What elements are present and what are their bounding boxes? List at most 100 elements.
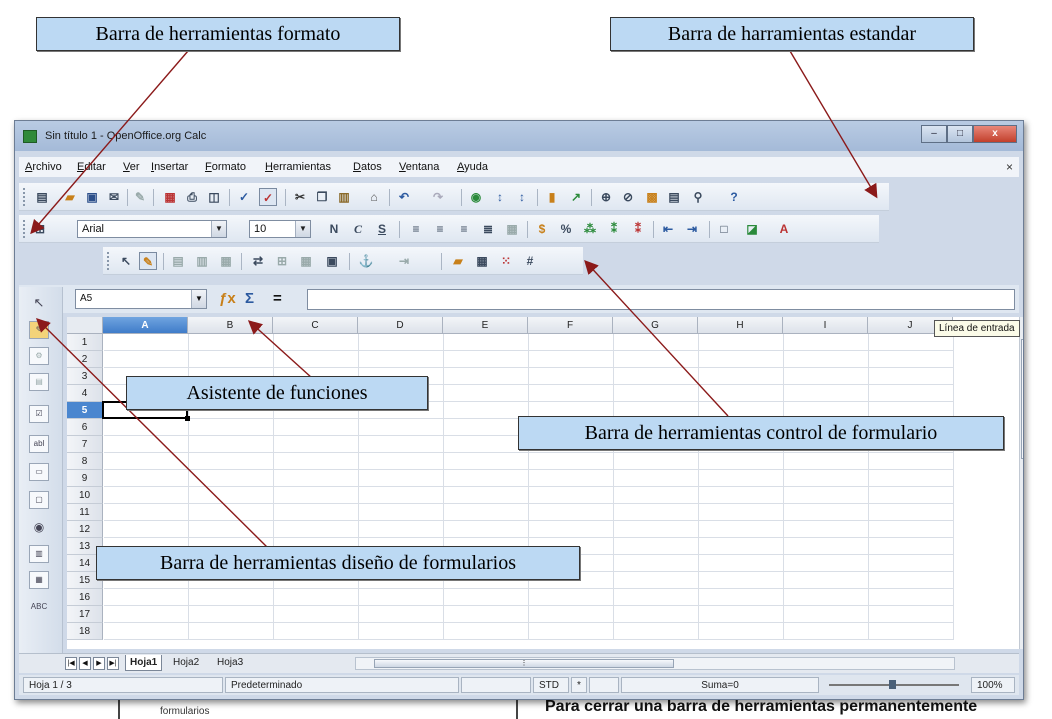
currency-icon[interactable]: $ <box>533 220 551 238</box>
menu-datos[interactable]: Datos <box>353 161 382 173</box>
display-grid-icon[interactable]: ▦ <box>473 252 491 270</box>
row-header-3[interactable]: 3 <box>67 368 103 385</box>
increase-indent-icon[interactable]: ⇥ <box>683 220 701 238</box>
delete-decimal-icon[interactable]: ⁑ <box>629 220 647 238</box>
add-decimal-icon[interactable]: ⁑ <box>605 220 623 238</box>
form-properties-icon[interactable]: ▥ <box>193 252 211 270</box>
scroll-thumb[interactable]: ⋮ <box>374 659 674 668</box>
merge-cells-icon[interactable]: ▦ <box>503 220 521 238</box>
open-design-mode-icon[interactable]: ▣ <box>323 252 341 270</box>
column-header-a[interactable]: A <box>103 317 188 334</box>
menu-ventana[interactable]: Ventana <box>399 161 439 173</box>
borders-icon[interactable]: □ <box>715 220 733 238</box>
maximize-button[interactable]: □ <box>947 125 973 143</box>
column-header-e[interactable]: E <box>443 317 528 334</box>
toolbar-grip[interactable] <box>107 252 110 270</box>
menu-ver[interactable]: Ver <box>123 161 140 173</box>
minimize-button[interactable]: – <box>921 125 947 143</box>
menu-herramientas[interactable]: Herramientas <box>265 161 331 173</box>
row-header-5[interactable]: 5 <box>67 402 103 419</box>
function-icon[interactable]: = <box>273 290 282 308</box>
email-icon[interactable]: ✉ <box>105 188 123 206</box>
redo-icon[interactable]: ↷ <box>429 188 447 206</box>
row-header-11[interactable]: 11 <box>67 504 103 521</box>
background-color-icon[interactable]: ◪ <box>743 220 761 238</box>
row-header-16[interactable]: 16 <box>67 589 103 606</box>
new-document-icon[interactable]: ▤ <box>33 188 51 206</box>
print-icon[interactable]: ⎙ <box>183 188 201 206</box>
print-preview-icon[interactable]: ◫ <box>205 188 223 206</box>
form-icon[interactable]: ▤ <box>29 373 49 391</box>
sheet-tab-hoja2[interactable]: Hoja2 <box>169 655 203 671</box>
row-header-7[interactable]: 7 <box>67 436 103 453</box>
find-replace-icon[interactable]: ⊕ <box>597 188 615 206</box>
list-box-icon[interactable]: ▥ <box>29 545 49 563</box>
button-control-icon[interactable]: ▭ <box>29 463 49 481</box>
status-zoom[interactable]: 100% <box>971 677 1015 693</box>
row-header-4[interactable]: 4 <box>67 385 103 402</box>
select-pointer-icon[interactable]: ↖ <box>29 295 49 313</box>
align-center-icon[interactable]: ≡ <box>431 220 449 238</box>
menu-insertar[interactable]: Insertar <box>151 161 188 173</box>
select-all-corner[interactable] <box>67 317 103 334</box>
next-sheet-button[interactable]: ▶ <box>93 657 105 670</box>
title-bar[interactable]: Sin título 1 - OpenOffice.org Calc – □ x <box>15 121 1023 151</box>
edit-file-icon[interactable]: ✎ <box>131 188 149 206</box>
column-header-b[interactable]: B <box>188 317 273 334</box>
row-header-8[interactable]: 8 <box>67 453 103 470</box>
open-folder-icon[interactable]: ▰ <box>449 252 467 270</box>
alignment-icon[interactable]: ⇥ <box>395 252 413 270</box>
open-icon[interactable]: ▰ <box>61 188 79 206</box>
align-left-icon[interactable]: ≡ <box>407 220 425 238</box>
autospellcheck-icon[interactable]: ✓ <box>259 188 277 206</box>
status-selection-mode[interactable]: STD <box>533 677 569 693</box>
input-line[interactable] <box>307 289 1015 310</box>
anchor-icon[interactable]: ⚓ <box>357 252 375 270</box>
row-header-9[interactable]: 9 <box>67 470 103 487</box>
text-box-icon[interactable]: abl <box>29 435 49 453</box>
zoom-knob[interactable] <box>889 680 896 689</box>
design-mode-icon[interactable]: ✎ <box>29 321 49 339</box>
copy-icon[interactable]: ❐ <box>313 188 331 206</box>
column-header-h[interactable]: H <box>698 317 783 334</box>
chevron-down-icon[interactable]: ▼ <box>191 290 206 308</box>
sort-descending-icon[interactable]: ↕ <box>513 188 531 206</box>
combo-box-icon[interactable]: ▦ <box>29 571 49 589</box>
undo-icon[interactable]: ↶ <box>395 188 413 206</box>
row-header-18[interactable]: 18 <box>67 623 103 640</box>
sum-icon[interactable]: Σ <box>245 290 254 308</box>
spellcheck-icon[interactable]: ✓ <box>235 188 253 206</box>
font-size-combo[interactable]: 10 ▼ <box>249 220 311 238</box>
toolbar-grip[interactable] <box>23 220 26 238</box>
form-navigator-icon[interactable]: ▦ <box>217 252 235 270</box>
data-sources-icon[interactable]: ▤ <box>665 188 683 206</box>
activation-order-icon[interactable]: ⇄ <box>249 252 267 270</box>
add-field-icon[interactable]: ⊞ <box>273 252 291 270</box>
font-color-icon[interactable]: A <box>775 220 793 238</box>
navigator-icon[interactable]: ⊘ <box>619 188 637 206</box>
column-header-i[interactable]: I <box>783 317 868 334</box>
align-right-icon[interactable]: ≡ <box>455 220 473 238</box>
menu-formato[interactable]: Formato <box>205 161 246 173</box>
menu-archivo[interactable]: Archivo <box>25 161 62 173</box>
push-button-icon[interactable]: ▢ <box>29 491 49 509</box>
select-pointer-icon[interactable]: ↖ <box>117 252 135 270</box>
control-icon[interactable]: ⚙ <box>29 347 49 365</box>
wizard-icon[interactable]: ▦ <box>297 252 315 270</box>
zoom-slider[interactable] <box>829 680 959 689</box>
horizontal-scrollbar[interactable]: ⋮ <box>355 657 955 670</box>
standard-format-icon[interactable]: ⁂ <box>581 220 599 238</box>
paste-icon[interactable]: ▥ <box>335 188 353 206</box>
scroll-thumb[interactable] <box>1021 339 1023 459</box>
row-header-10[interactable]: 10 <box>67 487 103 504</box>
option-button-icon[interactable]: ◉ <box>29 519 49 537</box>
zoom-icon[interactable]: ⚲ <box>689 188 707 206</box>
prev-sheet-button[interactable]: ◀ <box>79 657 91 670</box>
menu-editar[interactable]: Editar <box>77 161 106 173</box>
hyperlink-icon[interactable]: ◉ <box>467 188 485 206</box>
sort-ascending-icon[interactable]: ↕ <box>491 188 509 206</box>
bold-button[interactable]: N <box>325 220 343 238</box>
status-page-style[interactable]: Predeterminado <box>225 677 459 693</box>
last-sheet-button[interactable]: ▶| <box>107 657 119 670</box>
vertical-scrollbar[interactable] <box>1019 317 1023 649</box>
